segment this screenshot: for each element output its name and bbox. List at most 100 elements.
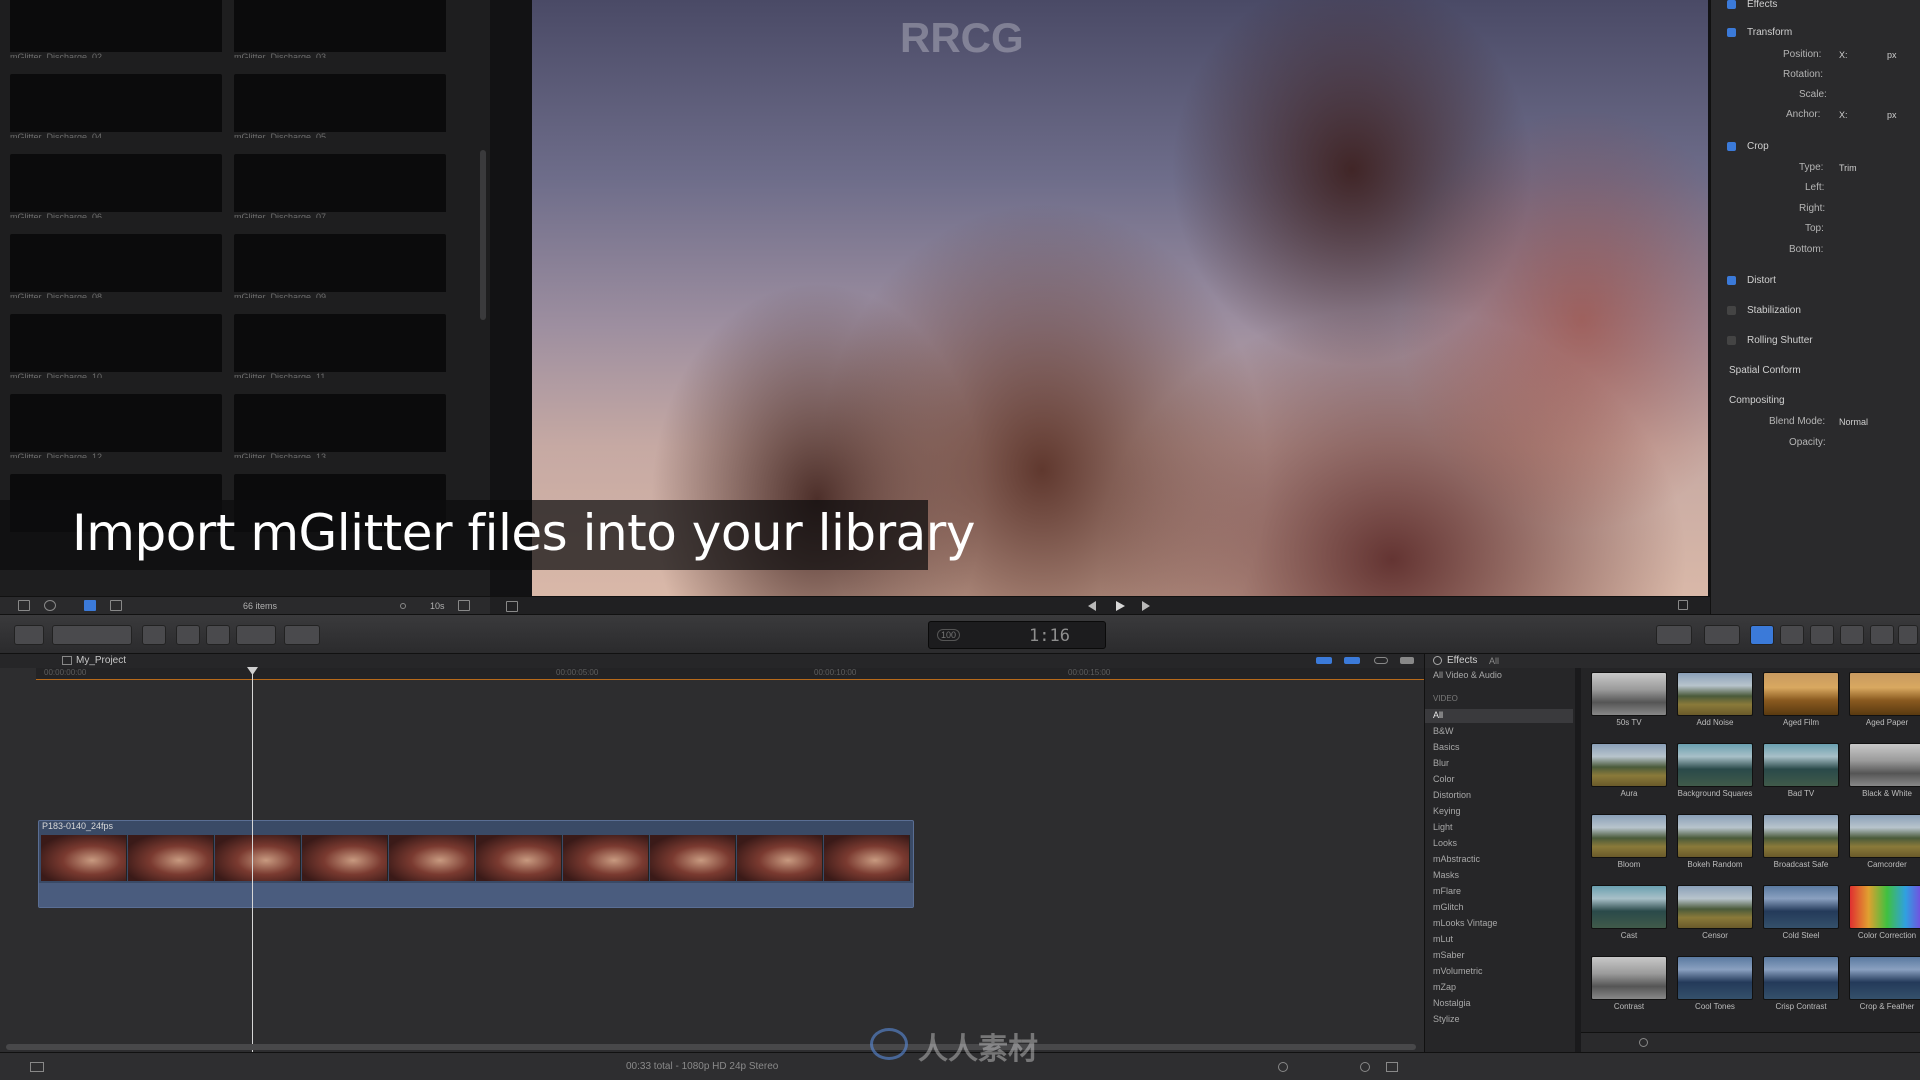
keyword-button[interactable] xyxy=(142,625,166,645)
browser-clip[interactable]: mGlitter_Discharge_09 xyxy=(234,234,446,298)
effect-thumbnail[interactable]: Background Squares xyxy=(1677,743,1753,807)
timeline-scrollbar[interactable] xyxy=(6,1044,1416,1050)
distort-checkbox[interactable] xyxy=(1727,276,1736,285)
effect-thumbnail[interactable]: Censor xyxy=(1677,885,1753,949)
category-item[interactable]: Masks xyxy=(1433,870,1459,880)
audio-skimming-icon[interactable] xyxy=(1316,657,1332,664)
effects-browser-button[interactable] xyxy=(1750,625,1774,645)
category-item[interactable]: mVolumetric xyxy=(1433,966,1483,976)
music-button[interactable] xyxy=(1810,625,1834,645)
retime-button[interactable] xyxy=(1704,625,1740,645)
browser-clip[interactable]: mGlitter_Discharge_03 xyxy=(234,0,446,58)
effect-thumbnail[interactable]: Cool Tones xyxy=(1677,956,1753,1020)
category-item[interactable]: B&W xyxy=(1433,726,1454,736)
effect-thumbnail[interactable]: Aged Paper xyxy=(1849,672,1920,736)
insert-button[interactable] xyxy=(206,625,230,645)
generators-button[interactable] xyxy=(1898,625,1918,645)
category-item[interactable]: Distortion xyxy=(1433,790,1471,800)
category-item[interactable]: mLut xyxy=(1433,934,1453,944)
transform-checkbox[interactable] xyxy=(1727,28,1736,37)
browser-clip[interactable]: mGlitter_Discharge_10 xyxy=(10,314,222,378)
transitions-button[interactable] xyxy=(1840,625,1864,645)
enhance-button[interactable] xyxy=(1656,625,1692,645)
browser-clip[interactable]: mGlitter_Discharge_07 xyxy=(234,154,446,218)
effect-thumbnail[interactable]: Cold Steel xyxy=(1763,885,1839,949)
category-item[interactable]: Nostalgia xyxy=(1433,998,1471,1008)
category-item[interactable]: Basics xyxy=(1433,742,1460,752)
effects-filter[interactable]: All xyxy=(1489,656,1499,666)
effect-thumbnail[interactable]: Bokeh Random xyxy=(1677,814,1753,878)
category-item[interactable]: mGlitch xyxy=(1433,902,1464,912)
category-item[interactable]: mSaber xyxy=(1433,950,1465,960)
sidebar-toggle-icon[interactable] xyxy=(18,600,30,611)
effects-categories-scrollbar[interactable] xyxy=(1575,668,1581,1052)
category-item[interactable]: Keying xyxy=(1433,806,1461,816)
browser-clip[interactable]: mGlitter_Discharge_06 xyxy=(10,154,222,218)
browser-clip[interactable]: mGlitter_Discharge_12 xyxy=(10,394,222,458)
blend-mode-value[interactable]: Normal xyxy=(1839,417,1868,427)
clip-height-icon[interactable] xyxy=(1386,1062,1398,1072)
timeline-index-icon[interactable] xyxy=(30,1062,44,1072)
clip-appearance-icon[interactable] xyxy=(1400,657,1414,664)
timecode-display[interactable]: 100 1:16 xyxy=(928,621,1106,649)
category-item[interactable]: mAbstractic xyxy=(1433,854,1480,864)
append-button[interactable] xyxy=(236,625,276,645)
browser-clip[interactable]: mGlitter_Discharge_11 xyxy=(234,314,446,378)
category-item[interactable]: Stylize xyxy=(1433,1014,1460,1024)
browser-clip[interactable]: mGlitter_Discharge_04 xyxy=(10,74,222,138)
zoom-slider-handle[interactable] xyxy=(1360,1062,1370,1072)
effect-thumbnail[interactable]: Broadcast Safe xyxy=(1763,814,1839,878)
effect-thumbnail[interactable]: Bad TV xyxy=(1763,743,1839,807)
browser-clip[interactable]: mGlitter_Discharge_05 xyxy=(234,74,446,138)
play-icon[interactable] xyxy=(1116,601,1125,611)
zoom-icon[interactable] xyxy=(1278,1062,1288,1072)
effect-thumbnail[interactable]: 50s TV xyxy=(1591,672,1667,736)
next-frame-icon[interactable] xyxy=(1142,601,1150,611)
import-button[interactable] xyxy=(14,625,44,645)
fullscreen-icon[interactable] xyxy=(1678,600,1688,610)
effect-thumbnail[interactable]: Add Noise xyxy=(1677,672,1753,736)
search-icon[interactable] xyxy=(1639,1038,1648,1047)
category-item[interactable]: mFlare xyxy=(1433,886,1461,896)
browser-clip[interactable]: mGlitter_Discharge_08 xyxy=(10,234,222,298)
photos-button[interactable] xyxy=(1780,625,1804,645)
solo-icon[interactable] xyxy=(1374,657,1388,664)
effect-thumbnail[interactable]: Aura xyxy=(1591,743,1667,807)
library-button[interactable] xyxy=(52,625,132,645)
list-view-icon[interactable] xyxy=(110,600,122,611)
connect-button[interactable] xyxy=(176,625,200,645)
close-icon[interactable] xyxy=(1433,656,1442,665)
browser-scrollbar[interactable] xyxy=(480,150,486,320)
rolling-shutter-checkbox[interactable] xyxy=(1727,336,1736,345)
browser-clip[interactable]: mGlitter_Discharge_13 xyxy=(234,394,446,458)
effect-thumbnail[interactable]: Camcorder xyxy=(1849,814,1920,878)
stabilization-checkbox[interactable] xyxy=(1727,306,1736,315)
category-item[interactable]: Looks xyxy=(1433,838,1457,848)
category-item[interactable]: Color xyxy=(1433,774,1455,784)
select-tool-button[interactable] xyxy=(284,625,320,645)
clip-appearance-icon[interactable] xyxy=(458,600,470,611)
timeline-clip[interactable]: P183-0140_24fps xyxy=(38,820,914,908)
category-item[interactable]: All xyxy=(1433,710,1443,720)
category-item[interactable]: Light xyxy=(1433,822,1453,832)
crop-type-value[interactable]: Trim xyxy=(1839,163,1857,173)
effect-thumbnail[interactable]: Bloom xyxy=(1591,814,1667,878)
effect-thumbnail[interactable]: Aged Film xyxy=(1763,672,1839,736)
category-item[interactable]: mLooks Vintage xyxy=(1433,918,1497,928)
effect-thumbnail[interactable]: Contrast xyxy=(1591,956,1667,1020)
effect-thumbnail[interactable]: Black & White xyxy=(1849,743,1920,807)
filmstrip-view-icon[interactable] xyxy=(84,600,96,611)
category-item[interactable]: Blur xyxy=(1433,758,1449,768)
titles-button[interactable] xyxy=(1870,625,1894,645)
playhead[interactable] xyxy=(252,668,253,1052)
effect-thumbnail[interactable]: Color Correction xyxy=(1849,885,1920,949)
previous-frame-icon[interactable] xyxy=(1088,601,1096,611)
effects-search-bar[interactable] xyxy=(1581,1032,1920,1052)
time-ruler[interactable]: 00:00:00:00 00:00:05:00 00:00:10:00 00:0… xyxy=(36,668,1424,680)
zoom-slider[interactable] xyxy=(400,603,406,609)
category-item[interactable]: All Video & Audio xyxy=(1433,670,1502,680)
effect-thumbnail[interactable]: Crop & Feather xyxy=(1849,956,1920,1020)
viewer-options-icon[interactable] xyxy=(506,601,518,612)
effect-thumbnail[interactable]: Crisp Contrast xyxy=(1763,956,1839,1020)
crop-checkbox[interactable] xyxy=(1727,142,1736,151)
